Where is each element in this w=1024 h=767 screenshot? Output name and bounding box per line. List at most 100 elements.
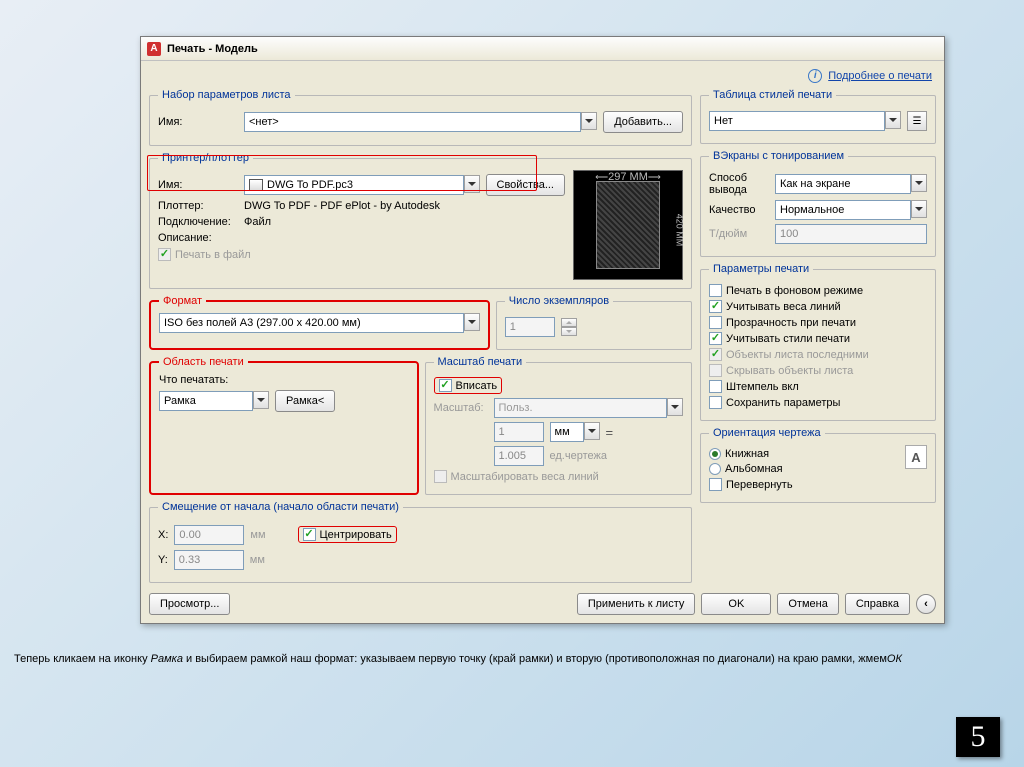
format-dropdown-btn[interactable] — [464, 313, 480, 331]
quality-label: Качество — [709, 204, 769, 216]
style-dropdown-btn[interactable] — [885, 111, 901, 129]
copies-spinner-down — [561, 327, 577, 336]
titlebar[interactable]: A Печать - Модель — [141, 37, 944, 61]
scale-denominator — [494, 446, 544, 466]
window-button[interactable]: Рамка< — [275, 390, 335, 412]
add-pageset-button[interactable]: Добавить... — [603, 111, 683, 133]
shade-mode-label: Способ вывода — [709, 172, 769, 196]
unit-dropdown-btn[interactable] — [584, 422, 600, 440]
style-select[interactable]: Нет — [709, 111, 885, 131]
scale-legend: Масштаб печати — [434, 356, 527, 368]
opt-stamp-checkbox[interactable] — [709, 380, 722, 393]
y-label: Y: — [158, 554, 168, 566]
portrait-radio[interactable] — [709, 448, 721, 460]
shade-mode-dropdown-btn[interactable] — [911, 174, 927, 192]
copies-input — [505, 317, 555, 337]
printer-name-label: Имя: — [158, 179, 238, 191]
plotter-icon — [249, 179, 263, 191]
area-legend: Область печати — [159, 356, 248, 368]
edit-style-button[interactable]: ☰ — [907, 111, 927, 131]
chevron-down-icon — [671, 405, 679, 409]
expand-button[interactable]: ‹ — [916, 594, 936, 614]
dialog-title: Печать - Модель — [167, 43, 258, 55]
printer-properties-button[interactable]: Свойства... — [486, 174, 565, 196]
den-unit-label: ед.чертежа — [550, 450, 607, 462]
chevron-down-icon — [585, 119, 593, 123]
format-group: Формат ISO без полей A3 (297.00 x 420.00… — [149, 295, 490, 350]
opt-weights-label: Учитывать веса линий — [726, 301, 841, 313]
copies-group: Число экземпляров — [496, 295, 692, 350]
portrait-label: Книжная — [725, 448, 769, 460]
plot-styles-group: Таблица стилей печати Нет ☰ — [700, 89, 936, 144]
dpi-input — [775, 224, 927, 244]
help-button[interactable]: Справка — [845, 593, 910, 615]
copies-legend: Число экземпляров — [505, 295, 613, 307]
offset-group: Смещение от начала (начало области печат… — [149, 501, 692, 583]
scale-weights-label: Масштабировать веса линий — [451, 471, 599, 483]
printer-group: Принтер/плоттер Имя: DWG To PDF.pc3 Свой… — [149, 152, 692, 289]
ok-button[interactable]: OK — [701, 593, 771, 615]
what-label: Что печатать: — [159, 374, 228, 386]
opt-transparency-checkbox[interactable] — [709, 316, 722, 329]
unit-select[interactable]: мм — [550, 422, 584, 442]
chevron-down-icon — [566, 330, 572, 333]
scale-label: Масштаб: — [434, 402, 488, 414]
preview-height-label: 420 MM — [675, 214, 685, 247]
page-setup-group: Набор параметров листа Имя: <нет> Добави… — [149, 89, 692, 146]
opt-last-checkbox — [709, 348, 722, 361]
instruction-text: Теперь кликаем на иконку Рамка и выбирае… — [14, 640, 1004, 670]
format-select[interactable]: ISO без полей A3 (297.00 x 420.00 мм) — [159, 313, 464, 333]
shade-mode-select[interactable]: Как на экране — [775, 174, 911, 194]
paper-preview: ⟵297 MM⟶ 420 MM — [573, 170, 683, 280]
opt-bg-checkbox[interactable] — [709, 284, 722, 297]
opt-transparency-label: Прозрачность при печати — [726, 317, 856, 329]
x-unit: мм — [250, 529, 265, 541]
scale-weights-checkbox — [434, 470, 447, 483]
opt-hide-label: Скрывать объекты листа — [726, 365, 853, 377]
chevron-down-icon — [468, 320, 476, 324]
learn-more-link[interactable]: Подробнее о печати — [828, 70, 932, 82]
opt-save-checkbox[interactable] — [709, 396, 722, 409]
opt-save-label: Сохранить параметры — [726, 397, 840, 409]
upside-checkbox[interactable] — [709, 478, 722, 491]
chevron-down-icon — [915, 207, 923, 211]
chevron-down-icon — [468, 182, 476, 186]
opt-styles-label: Учитывать стили печати — [726, 333, 850, 345]
plotter-value: DWG To PDF - PDF ePlot - by Autodesk — [244, 200, 440, 212]
what-dropdown-btn[interactable] — [253, 391, 269, 409]
printer-legend: Принтер/плоттер — [158, 152, 253, 164]
orientation-group: Ориентация чертежа Книжная Альбомная Пер… — [700, 427, 936, 503]
apply-button[interactable]: Применить к листу — [577, 593, 696, 615]
what-select[interactable]: Рамка — [159, 391, 253, 411]
landscape-radio[interactable] — [709, 463, 721, 475]
opt-styles-checkbox[interactable] — [709, 332, 722, 345]
print-dialog: A Печать - Модель i Подробнее о печати Н… — [140, 36, 945, 624]
y-input — [174, 550, 244, 570]
plotter-label: Плоттер: — [158, 200, 238, 212]
dpi-label: Т/дюйм — [709, 228, 769, 240]
chevron-down-icon — [588, 429, 596, 433]
center-checkbox[interactable] — [303, 528, 316, 541]
connection-label: Подключение: — [158, 216, 238, 228]
fit-checkbox[interactable] — [439, 379, 452, 392]
chevron-down-icon — [889, 118, 897, 122]
fit-label: Вписать — [456, 380, 498, 392]
info-icon: i — [808, 69, 822, 83]
printer-dropdown-btn[interactable] — [464, 175, 480, 193]
pageset-name-select[interactable]: <нет> — [244, 112, 581, 132]
quality-dropdown-btn[interactable] — [911, 200, 927, 218]
pageset-name-label: Имя: — [158, 116, 238, 128]
chevron-up-icon — [566, 321, 572, 324]
printer-select[interactable]: DWG To PDF.pc3 — [244, 175, 464, 195]
quality-select[interactable]: Нормальное — [775, 200, 911, 220]
orientation-icon: A — [905, 445, 927, 469]
opt-weights-checkbox[interactable] — [709, 300, 722, 313]
chevron-down-icon — [257, 398, 265, 402]
description-label: Описание: — [158, 232, 238, 244]
cancel-button[interactable]: Отмена — [777, 593, 838, 615]
shade-legend: ВЭкраны с тонированием — [709, 150, 848, 162]
shaded-viewport-group: ВЭкраны с тонированием Способ вывода Как… — [700, 150, 936, 257]
orient-legend: Ориентация чертежа — [709, 427, 825, 439]
preview-button[interactable]: Просмотр... — [149, 593, 230, 615]
pageset-name-dropdown-btn[interactable] — [581, 112, 597, 130]
